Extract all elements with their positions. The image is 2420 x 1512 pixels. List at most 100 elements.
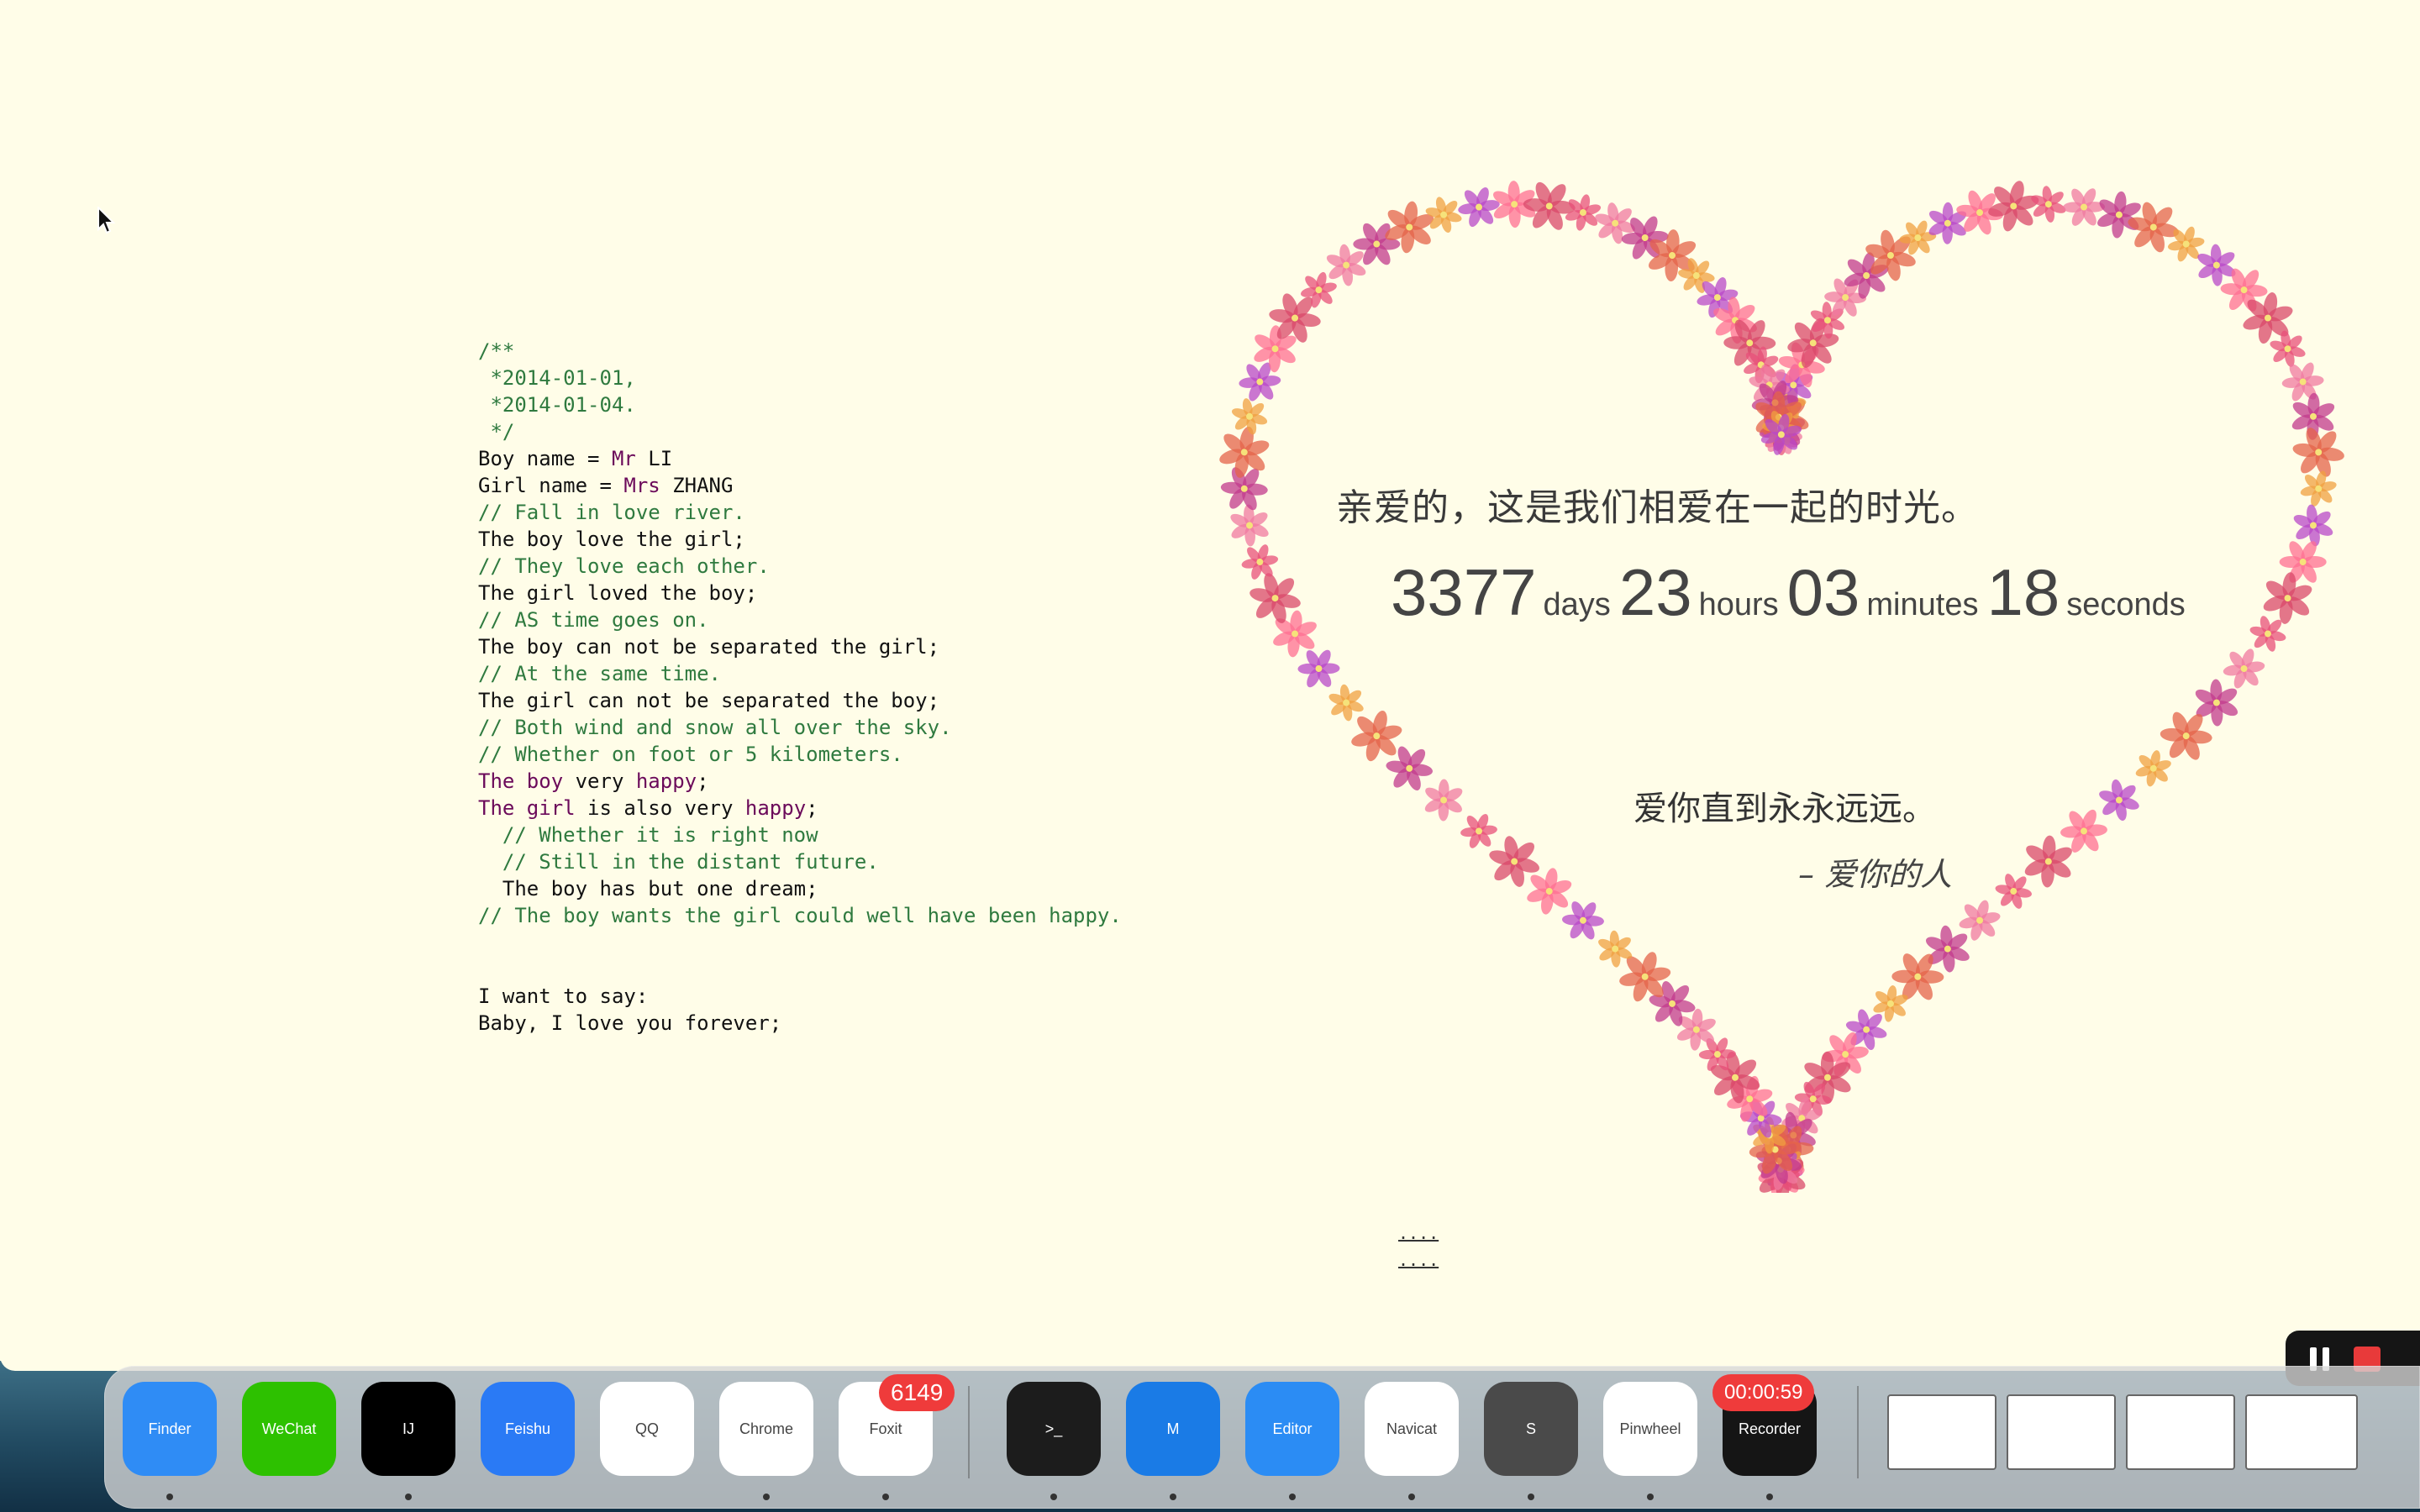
code-line: The boy very happy; bbox=[478, 768, 1122, 795]
dock-icon-label: Foxit bbox=[869, 1420, 902, 1437]
dock-icon-label: Recorder bbox=[1738, 1420, 1802, 1437]
running-indicator bbox=[405, 1494, 412, 1500]
maxthon-icon[interactable]: M bbox=[1126, 1382, 1220, 1476]
code-line: // At the same time. bbox=[478, 660, 1122, 687]
code-line: // Fall in love river. bbox=[478, 499, 1122, 526]
signature: – 爱你的人 bbox=[1798, 856, 1953, 893]
code-line: The girl can not be separated the boy; bbox=[478, 687, 1122, 714]
timer-minutes: 03 bbox=[1786, 555, 1860, 629]
sublime-icon[interactable]: S bbox=[1484, 1382, 1578, 1476]
dock-icon-label: Pinwheel bbox=[1619, 1420, 1681, 1437]
flower bbox=[2099, 779, 2139, 822]
timer-seconds-label: seconds bbox=[2066, 587, 2186, 622]
flower bbox=[2300, 470, 2337, 507]
love-timer: 3377 days 23 hours 03 minutes 18 seconds bbox=[1391, 554, 2194, 631]
minimized-window-thumbnail[interactable] bbox=[2245, 1394, 2358, 1470]
dock-icon-label: Finder bbox=[148, 1420, 192, 1437]
code-line: // AS time goes on. bbox=[478, 606, 1122, 633]
running-indicator bbox=[763, 1494, 770, 1500]
more-links[interactable]: .... .... bbox=[1398, 1220, 1439, 1273]
code-token: LI bbox=[635, 447, 673, 470]
notes-editor-icon[interactable]: Editor bbox=[1245, 1382, 1339, 1476]
ellipsis-link[interactable]: .... bbox=[1398, 1220, 1439, 1247]
code-token: Boy name = bbox=[478, 447, 612, 470]
flower-heart bbox=[1219, 181, 2344, 1193]
code-token: The girl loved the boy; bbox=[478, 581, 758, 605]
love-page: /** *2014-01-01, *2014-01-04. */Boy name… bbox=[0, 0, 2420, 1371]
flower bbox=[2223, 648, 2265, 689]
flower bbox=[2270, 330, 2306, 367]
code-token: *2014-01-04. bbox=[478, 393, 636, 417]
dock-icon-label: Navicat bbox=[1386, 1420, 1438, 1437]
flower bbox=[1219, 426, 1270, 478]
qq-icon[interactable]: QQ bbox=[600, 1382, 694, 1476]
code-line: /** bbox=[478, 338, 1122, 365]
running-indicator bbox=[1408, 1494, 1415, 1500]
code-line: Boy name = Mr LI bbox=[478, 445, 1122, 472]
flower bbox=[2279, 541, 2327, 583]
pinwheel-icon[interactable]: Pinwheel bbox=[1603, 1382, 1697, 1476]
code-token: // They love each other. bbox=[478, 554, 770, 578]
closing-line: I want to say: bbox=[478, 984, 649, 1008]
timer-days-label: days bbox=[1543, 587, 1611, 622]
dock-icon-label: QQ bbox=[634, 1420, 659, 1437]
notification-badge: 6149 bbox=[879, 1374, 955, 1411]
timer-days: 3377 bbox=[1391, 555, 1537, 629]
code-token: The boy bbox=[478, 769, 564, 793]
code-line: The girl is also very happy; bbox=[478, 795, 1122, 822]
code-line: */ bbox=[478, 418, 1122, 445]
dock-icon-label: Editor bbox=[1272, 1420, 1313, 1437]
code-line: The girl loved the boy; bbox=[478, 580, 1122, 606]
code-token: // Still in the distant future. bbox=[478, 850, 879, 874]
minimized-window-thumbnail[interactable] bbox=[2126, 1394, 2235, 1470]
code-token: // Whether on foot or 5 kilometers. bbox=[478, 743, 903, 766]
ellipsis-link[interactable]: .... bbox=[1398, 1247, 1439, 1273]
dock-icon-label: >_ bbox=[1044, 1420, 1063, 1437]
running-indicator bbox=[166, 1494, 173, 1500]
code-line: The boy love the girl; bbox=[478, 526, 1122, 553]
running-indicator bbox=[882, 1494, 889, 1500]
code-line: *2014-01-04. bbox=[478, 391, 1122, 418]
recording-time-badge: 00:00:59 bbox=[1712, 1374, 1815, 1411]
flower bbox=[2281, 362, 2324, 402]
running-indicator bbox=[1170, 1494, 1176, 1500]
finder-icon[interactable]: Finder bbox=[123, 1382, 217, 1476]
minimized-window-thumbnail[interactable] bbox=[2007, 1394, 2116, 1470]
wechat-icon[interactable]: WeChat bbox=[242, 1382, 336, 1476]
code-token: is also very bbox=[575, 796, 745, 820]
code-token: // At the same time. bbox=[478, 662, 721, 685]
code-token: very bbox=[563, 769, 636, 793]
mouse-cursor-icon bbox=[97, 207, 116, 234]
intellij-icon[interactable]: IJ bbox=[361, 1382, 455, 1476]
navicat-icon[interactable]: Navicat bbox=[1365, 1382, 1459, 1476]
dock-icon-label: WeChat bbox=[261, 1420, 317, 1437]
timer-seconds: 18 bbox=[1986, 555, 2060, 629]
code-token: The boy has but one dream; bbox=[478, 877, 818, 900]
code-token: // Whether it is right now bbox=[478, 823, 818, 847]
code-line: Girl name = Mrs ZHANG bbox=[478, 472, 1122, 499]
code-line: The boy can not be separated the girl; bbox=[478, 633, 1122, 660]
code-line: // Whether it is right now bbox=[478, 822, 1122, 848]
code-token: *2014-01-01, bbox=[478, 366, 636, 390]
code-line: // They love each other. bbox=[478, 553, 1122, 580]
feishu-icon[interactable]: Feishu bbox=[481, 1382, 575, 1476]
closing-line: Baby, I love you forever; bbox=[478, 1011, 782, 1035]
flower bbox=[1460, 814, 1497, 848]
flower bbox=[1424, 779, 1463, 822]
code-line: // The boy wants the girl could well hav… bbox=[478, 902, 1122, 929]
flower bbox=[1523, 181, 1576, 230]
code-token: ; bbox=[806, 796, 818, 820]
code-line: // Still in the distant future. bbox=[478, 848, 1122, 875]
running-indicator bbox=[1289, 1494, 1296, 1500]
dock-separator bbox=[1857, 1386, 1859, 1478]
running-indicator bbox=[1766, 1494, 1773, 1500]
dock-icon-label: Feishu bbox=[504, 1420, 551, 1437]
chrome-icon[interactable]: Chrome bbox=[719, 1382, 813, 1476]
running-indicator bbox=[1647, 1494, 1654, 1500]
minimized-window-thumbnail[interactable] bbox=[1887, 1394, 1996, 1470]
terminal-icon[interactable]: >_ bbox=[1007, 1382, 1101, 1476]
running-indicator bbox=[1528, 1494, 1534, 1500]
code-line: // Both wind and snow all over the sky. bbox=[478, 714, 1122, 741]
code-token: happy bbox=[635, 769, 697, 793]
running-indicator bbox=[1050, 1494, 1057, 1500]
